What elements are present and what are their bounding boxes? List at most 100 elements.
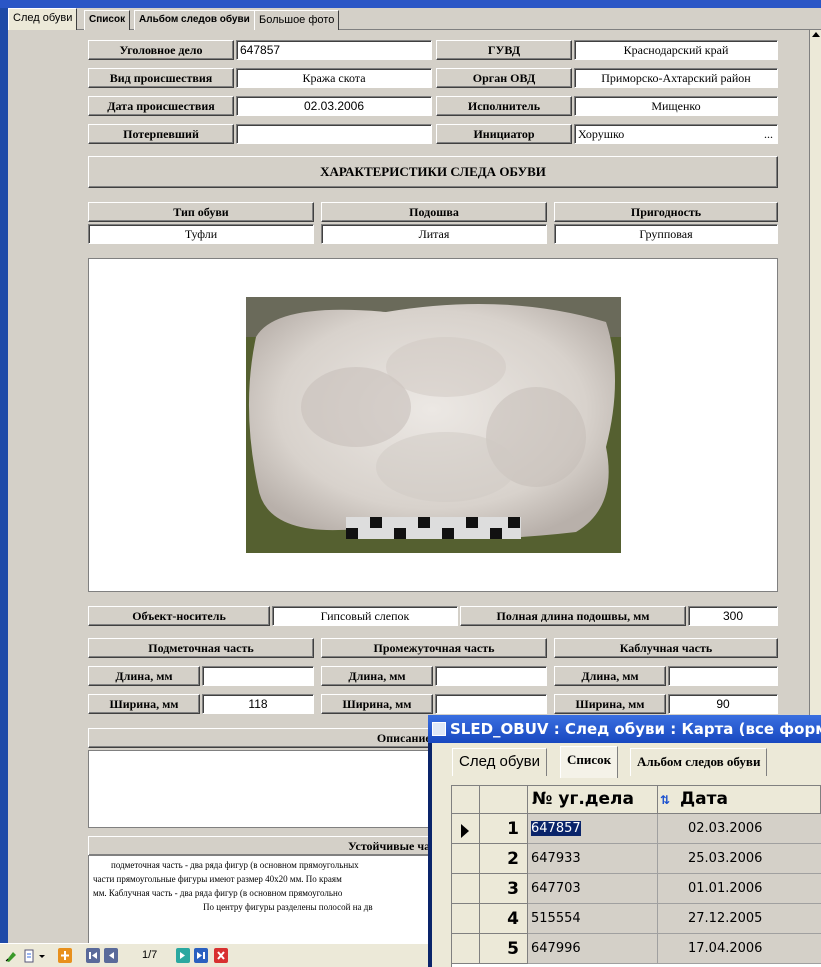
- window-title: SLED_OBUV : След обуви : Карта (все форм…: [450, 720, 821, 738]
- middle-width-field[interactable]: [435, 694, 547, 714]
- dropdown-arrow-icon[interactable]: [38, 949, 46, 963]
- grid-header-case[interactable]: № уг.дела: [528, 786, 658, 814]
- gvd-field[interactable]: Краснодарский край: [574, 40, 778, 60]
- tab-shoe-trace[interactable]: След обуви: [8, 8, 78, 30]
- tab-big-photo[interactable]: Большое фото: [254, 10, 340, 30]
- window-gutter: [432, 785, 452, 967]
- toe-part-label: Подметочная часть: [88, 638, 314, 658]
- table-row[interactable]: 5 647996 17.04.2006: [452, 934, 821, 964]
- tab-list[interactable]: Список: [84, 10, 131, 30]
- suitability-field[interactable]: Групповая: [554, 224, 778, 244]
- next-record-icon[interactable]: [176, 948, 190, 963]
- grid-header-date[interactable]: ⇅ Дата: [658, 786, 821, 814]
- carrier-label: Объект-носитель: [88, 606, 270, 626]
- toe-width-label: Ширина, мм: [88, 694, 200, 714]
- sole-label: Подошва: [321, 202, 547, 222]
- window-title-bar[interactable]: SLED_OBUV : След обуви : Карта (все форм…: [428, 715, 821, 743]
- victim-label: Потерпевший: [88, 124, 234, 144]
- executor-field[interactable]: Мищенко: [574, 96, 778, 116]
- full-length-field[interactable]: 300: [688, 606, 778, 626]
- heel-length-field[interactable]: [668, 666, 778, 686]
- carrier-field[interactable]: Гипсовый слепок: [272, 606, 458, 626]
- heel-width-field[interactable]: 90: [668, 694, 778, 714]
- form-tab-bar: След обуви Список Альбом следов обуви Бо…: [8, 8, 821, 30]
- initiator-field[interactable]: Хорушко ...: [574, 124, 778, 144]
- initiator-value: Хорушко: [578, 127, 625, 141]
- date-cell[interactable]: 17.04.2006: [658, 934, 821, 964]
- shoe-type-label: Тип обуви: [88, 202, 314, 222]
- row-number: 5: [480, 934, 528, 964]
- case-field[interactable]: 647857: [236, 40, 432, 60]
- add-record-icon[interactable]: [58, 948, 72, 963]
- prev-record-icon[interactable]: [104, 948, 118, 963]
- date-cell[interactable]: 25.03.2006: [658, 844, 821, 874]
- middle-length-field[interactable]: [435, 666, 547, 686]
- date-cell[interactable]: 01.01.2006: [658, 874, 821, 904]
- middle-width-label: Ширина, мм: [321, 694, 433, 714]
- row-selector[interactable]: [452, 844, 480, 874]
- row-selector[interactable]: [452, 874, 480, 904]
- left-frame-edge: [0, 8, 8, 943]
- grid-header-date-label: Дата: [680, 789, 728, 809]
- middle-length-label: Длина, мм: [321, 666, 433, 686]
- table-row[interactable]: 3 647703 01.01.2006: [452, 874, 821, 904]
- heel-width-label: Ширина, мм: [554, 694, 666, 714]
- record-counter: 1/7: [142, 949, 158, 961]
- current-row-icon: [461, 824, 469, 838]
- date-cell[interactable]: 02.03.2006: [658, 814, 821, 844]
- initiator-more-button[interactable]: ...: [764, 125, 773, 143]
- grid-num-header: [480, 786, 528, 814]
- case-cell[interactable]: 647996: [528, 934, 658, 964]
- incident-date-field[interactable]: 02.03.2006: [236, 96, 432, 116]
- suitability-label: Пригодность: [554, 202, 778, 222]
- incident-type-label: Вид происшествия: [88, 68, 234, 88]
- case-cell[interactable]: 515554: [528, 904, 658, 934]
- victim-field[interactable]: [236, 124, 432, 144]
- date-cell[interactable]: 27.12.2005: [658, 904, 821, 934]
- case-cell[interactable]: 647857: [528, 814, 658, 844]
- delete-record-icon[interactable]: [214, 948, 228, 963]
- first-record-icon[interactable]: [86, 948, 100, 963]
- table-row[interactable]: 4 515554 27.12.2005: [452, 904, 821, 934]
- shoe-cast-photo[interactable]: [246, 297, 621, 553]
- incident-date-label: Дата происшествия: [88, 96, 234, 116]
- organ-label: Орган ОВД: [436, 68, 572, 88]
- case-cell-value: 647857: [531, 821, 581, 836]
- row-number: 2: [480, 844, 528, 874]
- organ-field[interactable]: Приморско-Ахтарский район: [574, 68, 778, 88]
- table-row[interactable]: 1 647857 02.03.2006: [452, 814, 821, 844]
- toe-length-label: Длина, мм: [88, 666, 200, 686]
- sort-icon[interactable]: ⇅: [660, 787, 680, 813]
- sole-field[interactable]: Литая: [321, 224, 547, 244]
- toe-width-field[interactable]: 118: [202, 694, 314, 714]
- heel-length-label: Длина, мм: [554, 666, 666, 686]
- incident-type-field[interactable]: Кража скота: [236, 68, 432, 88]
- initiator-label: Инициатор: [436, 124, 572, 144]
- row-selector[interactable]: [452, 904, 480, 934]
- full-length-label: Полная длина подошвы, мм: [460, 606, 686, 626]
- executor-label: Исполнитель: [436, 96, 572, 116]
- row-selector[interactable]: [452, 814, 480, 844]
- win-tab-album[interactable]: Альбом следов обуви: [630, 748, 768, 776]
- toe-length-field[interactable]: [202, 666, 314, 686]
- design-mode-icon[interactable]: [4, 949, 18, 963]
- section-title: ХАРАКТЕРИСТИКИ СЛЕДА ОБУВИ: [88, 156, 778, 188]
- row-selector[interactable]: [452, 934, 480, 964]
- case-cell[interactable]: 647703: [528, 874, 658, 904]
- document-icon[interactable]: [22, 949, 36, 963]
- window-body: След обуви Список Альбом следов обуви № …: [432, 743, 821, 967]
- last-record-icon[interactable]: [194, 948, 208, 963]
- records-grid: № уг.дела ⇅ Дата 1 647857 02.03.2006 2 64…: [452, 785, 821, 967]
- sled-obuv-window: SLED_OBUV : След обуви : Карта (все форм…: [428, 715, 821, 967]
- window-frame-top: [0, 0, 821, 8]
- win-tab-list[interactable]: Список: [560, 746, 619, 778]
- heel-part-label: Каблучная часть: [554, 638, 778, 658]
- win-tab-shoe-trace[interactable]: След обуви: [452, 748, 547, 776]
- case-cell[interactable]: 647933: [528, 844, 658, 874]
- tab-album[interactable]: Альбом следов обуви: [134, 10, 255, 30]
- table-row[interactable]: 2 647933 25.03.2006: [452, 844, 821, 874]
- shoe-type-field[interactable]: Туфли: [88, 224, 314, 244]
- grid-corner: [452, 786, 480, 814]
- row-number: 4: [480, 904, 528, 934]
- scroll-up-icon[interactable]: [812, 32, 820, 37]
